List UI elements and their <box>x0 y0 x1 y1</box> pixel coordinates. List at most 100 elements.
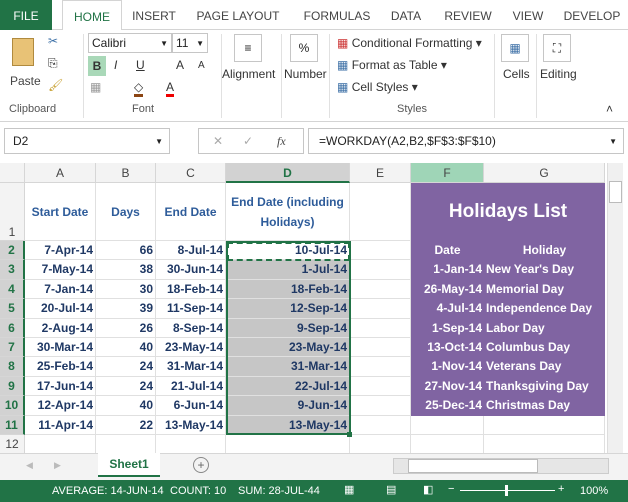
enter-icon[interactable]: ✓ <box>243 134 253 148</box>
tab-insert[interactable]: INSERT <box>124 0 184 30</box>
row-header-5[interactable]: 5 <box>0 299 25 319</box>
cell-E2[interactable] <box>350 241 411 261</box>
cell-A6[interactable]: 2-Aug-14 <box>25 318 96 338</box>
cell-D4[interactable]: 18-Feb-14 <box>226 279 350 300</box>
prev-sheet-icon[interactable]: ◀ <box>26 460 33 471</box>
cells-button[interactable]: Cells <box>503 67 530 81</box>
cell-E6[interactable] <box>350 318 411 338</box>
next-sheet-icon[interactable]: ▶ <box>54 460 61 471</box>
conditional-formatting-button[interactable]: ▦ Conditional Formatting ▾ <box>337 36 482 50</box>
row-header-9[interactable]: 9 <box>0 376 25 397</box>
cell-B1[interactable]: Days <box>96 183 156 241</box>
column-header-D[interactable]: D <box>226 163 350 183</box>
collapse-ribbon-icon[interactable]: ˄ <box>606 102 613 116</box>
cell-A8[interactable]: 25-Feb-14 <box>25 357 96 377</box>
cell-E8[interactable] <box>350 357 411 377</box>
row-header-12[interactable]: 12 <box>0 435 25 455</box>
cell-D5[interactable]: 12-Sep-14 <box>226 299 350 319</box>
cell-A10[interactable]: 12-Apr-14 <box>25 396 96 416</box>
cell-C12[interactable] <box>156 435 226 455</box>
cell-C3[interactable]: 30-Jun-14 <box>156 260 226 280</box>
cell-C5[interactable]: 11-Sep-14 <box>156 299 226 319</box>
font-name-select[interactable]: Calibri ▼ <box>88 33 172 53</box>
insert-function-icon[interactable]: fx <box>277 134 286 149</box>
cell-E7[interactable] <box>350 338 411 358</box>
column-header-F[interactable]: F <box>411 163 484 183</box>
format-as-table-button[interactable]: ▦ Format as Table ▾ <box>337 58 447 72</box>
row-header-6[interactable]: 6 <box>0 318 25 338</box>
cell-C9[interactable]: 21-Jul-14 <box>156 376 226 397</box>
cell-D6[interactable]: 9-Sep-14 <box>226 318 350 338</box>
tab-home[interactable]: HOME <box>62 0 122 31</box>
cell-B3[interactable]: 38 <box>96 260 156 280</box>
cell-D3[interactable]: 1-Jul-14 <box>226 260 350 280</box>
paste-button[interactable]: Paste <box>8 36 44 96</box>
cell-D7[interactable]: 23-May-14 <box>226 338 350 358</box>
scroll-thumb[interactable] <box>408 459 538 473</box>
cell-E9[interactable] <box>350 376 411 397</box>
cell-A4[interactable]: 7-Jan-14 <box>25 279 96 300</box>
row-header-7[interactable]: 7 <box>0 338 25 358</box>
bold-button[interactable]: B <box>88 56 106 76</box>
cell-B10[interactable]: 40 <box>96 396 156 416</box>
page-break-view-icon[interactable]: ◧ <box>423 483 433 496</box>
copy-icon[interactable]: ⎘ <box>48 56 58 71</box>
cell-A5[interactable]: 20-Jul-14 <box>25 299 96 319</box>
cell-B6[interactable]: 26 <box>96 318 156 338</box>
cancel-icon[interactable]: ✕ <box>213 134 223 148</box>
cell-B12[interactable] <box>96 435 156 455</box>
normal-view-icon[interactable]: ▦ <box>344 483 354 496</box>
row-header-8[interactable]: 8 <box>0 357 25 377</box>
cell-E5[interactable] <box>350 299 411 319</box>
column-header-C[interactable]: C <box>156 163 226 183</box>
decrease-font-icon[interactable]: A <box>198 60 205 71</box>
row-header-2[interactable]: 2 <box>0 241 25 261</box>
cell-A2[interactable]: 7-Apr-14 <box>25 241 96 261</box>
cell-D2[interactable]: 10-Jul-14 <box>226 241 350 261</box>
tab-file[interactable]: FILE <box>0 0 52 30</box>
cell-B5[interactable]: 39 <box>96 299 156 319</box>
cell-E12[interactable] <box>350 435 411 455</box>
cell-D10[interactable]: 9-Jun-14 <box>226 396 350 416</box>
cell-A12[interactable] <box>25 435 96 455</box>
cell-D11[interactable]: 13-May-14 <box>226 415 350 435</box>
row-header-1[interactable]: 1 <box>0 183 25 241</box>
cell-A11[interactable]: 11-Apr-14 <box>25 415 96 435</box>
increase-font-icon[interactable]: A <box>176 58 184 72</box>
row-header-3[interactable]: 3 <box>0 260 25 280</box>
cell-C10[interactable]: 6-Jun-14 <box>156 396 226 416</box>
cell-C8[interactable]: 31-Mar-14 <box>156 357 226 377</box>
cell-C2[interactable]: 8-Jul-14 <box>156 241 226 261</box>
italic-button[interactable]: I <box>114 58 117 72</box>
font-color-icon[interactable]: A <box>166 80 175 97</box>
row-header-10[interactable]: 10 <box>0 396 25 416</box>
column-header-E[interactable]: E <box>350 163 411 183</box>
zoom-slider[interactable] <box>460 485 555 496</box>
formula-input[interactable]: =WORKDAY(A2,B2,$F$3:$F$10) ▼ <box>308 128 624 154</box>
cell-D8[interactable]: 31-Mar-14 <box>226 357 350 377</box>
cell-B4[interactable]: 30 <box>96 279 156 300</box>
cell-D12[interactable] <box>226 435 350 455</box>
fill-handle[interactable] <box>347 432 352 437</box>
new-sheet-button[interactable]: + <box>193 457 209 473</box>
cell-A3[interactable]: 7-May-14 <box>25 260 96 280</box>
column-header-G[interactable]: G <box>484 163 605 183</box>
horizontal-scrollbar[interactable] <box>393 458 609 474</box>
editing-button[interactable]: Editing <box>540 67 577 81</box>
tab-page-layout[interactable]: PAGE LAYOUT <box>188 0 288 30</box>
cell-C6[interactable]: 8-Sep-14 <box>156 318 226 338</box>
font-size-select[interactable]: 11 ▼ <box>172 33 208 53</box>
cell-C7[interactable]: 23-May-14 <box>156 338 226 358</box>
row-header-4[interactable]: 4 <box>0 279 25 300</box>
format-painter-icon[interactable]: 🖌 <box>48 78 63 92</box>
cell-C1[interactable]: End Date <box>156 183 226 241</box>
cell-C4[interactable]: 18-Feb-14 <box>156 279 226 300</box>
cell-B7[interactable]: 40 <box>96 338 156 358</box>
cell-E4[interactable] <box>350 279 411 300</box>
cell-G12[interactable] <box>484 435 605 455</box>
column-header-A[interactable]: A <box>25 163 96 183</box>
cell-F12[interactable] <box>411 435 484 455</box>
cell-D1[interactable]: End Date (including Holidays) <box>226 183 350 241</box>
fill-color-icon[interactable]: ◇ <box>134 80 144 97</box>
cell-G11[interactable] <box>484 415 605 435</box>
